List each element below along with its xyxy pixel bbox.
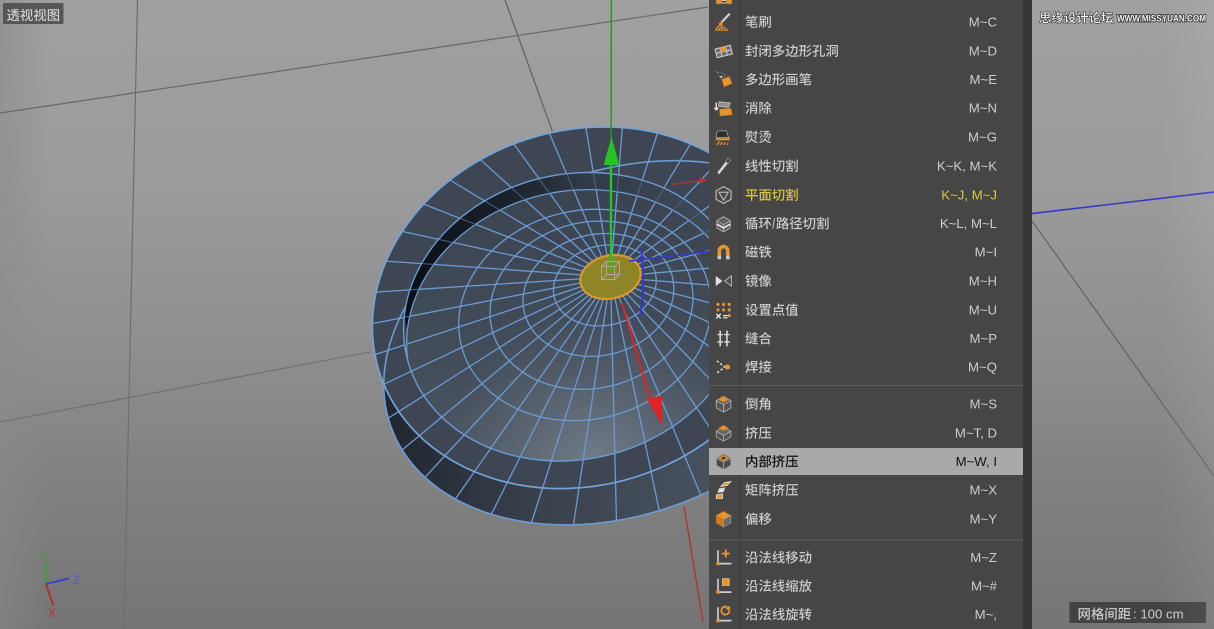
svg-text:K~L, M~L: K~L, M~L — [940, 216, 997, 231]
svg-text:K~K, M~K: K~K, M~K — [937, 159, 997, 174]
svg-text:M~E: M~E — [970, 72, 998, 87]
svg-text:Y: Y — [40, 550, 48, 564]
svg-text:M~,: M~, — [975, 607, 997, 622]
svg-text:M~Z: M~Z — [970, 550, 997, 565]
svg-text:M~#: M~# — [971, 579, 998, 594]
svg-text:M~Q: M~Q — [968, 360, 997, 375]
svg-text:M~N: M~N — [969, 101, 997, 116]
svg-text:WWW.MISSYUAN.COM: WWW.MISSYUAN.COM — [1117, 13, 1206, 24]
svg-text:Z: Z — [73, 573, 80, 587]
svg-text:M~T, D: M~T, D — [955, 426, 997, 441]
svg-text:M~W, I: M~W, I — [956, 454, 997, 469]
svg-text:M~P: M~P — [970, 331, 998, 346]
svg-text:: 100 cm: : 100 cm — [1133, 607, 1184, 622]
svg-text:M~U: M~U — [969, 303, 997, 318]
svg-text:M~H: M~H — [969, 274, 997, 289]
svg-text:X: X — [48, 606, 56, 620]
svg-text:M~X: M~X — [970, 483, 998, 498]
svg-text:M~S: M~S — [970, 397, 998, 412]
svg-text:M~G: M~G — [968, 130, 997, 145]
svg-text:M~C: M~C — [969, 15, 998, 30]
svg-text:M~Y: M~Y — [970, 512, 998, 527]
svg-text:M~D: M~D — [969, 44, 997, 59]
svg-text:M~I: M~I — [975, 245, 997, 260]
svg-text:K~J, M~J: K~J, M~J — [941, 188, 997, 203]
